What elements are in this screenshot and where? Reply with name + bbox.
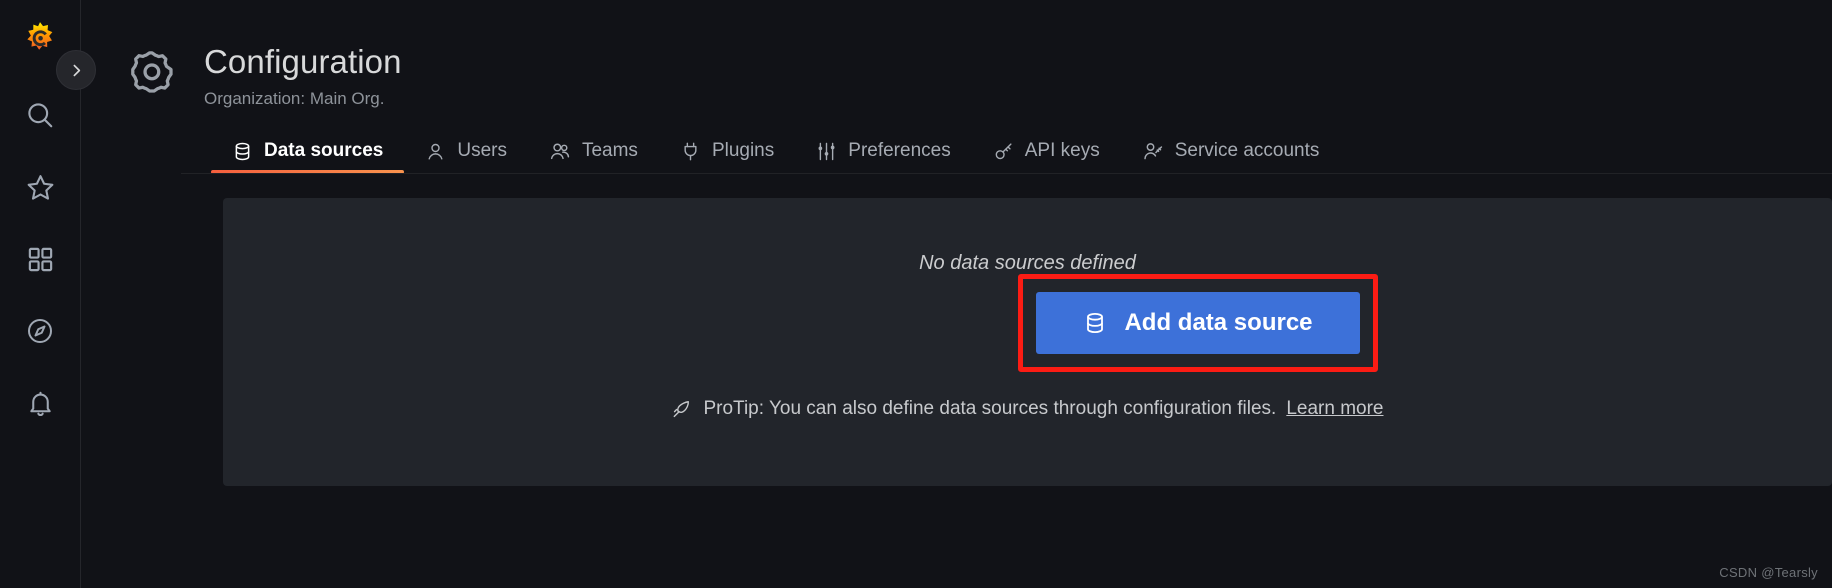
- tab-label: Preferences: [848, 140, 951, 161]
- tab-label: Data sources: [264, 140, 384, 161]
- protip-row: ProTip: You can also define data sources…: [223, 398, 1832, 420]
- tab-service-accounts[interactable]: Service accounts: [1121, 139, 1341, 174]
- watermark: CSDN @Tearsly: [1719, 565, 1818, 580]
- tab-label: Teams: [581, 140, 638, 161]
- configuration-tabbar: Data sources Users Teams Plugins Prefere…: [81, 122, 1832, 174]
- tab-label: Service accounts: [1174, 140, 1320, 161]
- main-content: Configuration Organization: Main Org. Da…: [81, 0, 1832, 588]
- sidebar-item-search[interactable]: [17, 92, 63, 138]
- user-key-icon: [1142, 140, 1164, 162]
- apps-grid-icon: [28, 247, 52, 271]
- grafana-logo-icon[interactable]: [19, 18, 61, 60]
- user-icon: [425, 141, 446, 162]
- sidebar-item-starred[interactable]: [17, 164, 63, 210]
- tab-label: API keys: [1024, 140, 1100, 161]
- database-icon: [232, 141, 253, 162]
- users-group-icon: [549, 140, 571, 162]
- tab-data-sources[interactable]: Data sources: [211, 139, 405, 174]
- grafana-configuration-page: Configuration Organization: Main Org. Da…: [0, 0, 1832, 588]
- compass-icon: [27, 318, 53, 344]
- tab-teams[interactable]: Teams: [528, 139, 659, 174]
- sidebar-expand-button[interactable]: [56, 50, 96, 90]
- tab-users[interactable]: Users: [404, 139, 528, 174]
- sidebar-item-alerting[interactable]: [17, 380, 63, 426]
- empty-state-title: No data sources defined: [919, 252, 1136, 274]
- tab-label: Plugins: [711, 140, 775, 161]
- page-subtitle: Organization: Main Org.: [204, 89, 385, 108]
- page-title-block: Configuration Organization: Main Org.: [204, 42, 402, 110]
- page-title: Configuration: [204, 43, 402, 80]
- plug-icon: [680, 141, 701, 162]
- add-data-source-button[interactable]: Add data source: [1036, 292, 1360, 354]
- content-area: No data sources defined Add data source: [81, 174, 1832, 588]
- tab-api-keys[interactable]: API keys: [972, 139, 1121, 174]
- database-icon: [1083, 311, 1107, 335]
- sidebar-item-dashboards[interactable]: [17, 236, 63, 282]
- learn-more-link[interactable]: Learn more: [1286, 398, 1383, 420]
- key-icon: [993, 141, 1014, 162]
- sidebar-item-explore[interactable]: [17, 308, 63, 354]
- sliders-icon: [816, 141, 837, 162]
- protip-text: ProTip: You can also define data sources…: [703, 398, 1277, 419]
- rocket-icon: [671, 398, 693, 420]
- tab-plugins[interactable]: Plugins: [659, 139, 795, 174]
- search-icon: [28, 103, 53, 128]
- page-header: Configuration Organization: Main Org.: [81, 0, 1832, 122]
- bell-icon: [29, 391, 51, 416]
- tab-preferences[interactable]: Preferences: [795, 139, 971, 174]
- add-data-source-label: Add data source: [1124, 309, 1313, 336]
- gear-icon: [124, 46, 180, 102]
- data-sources-empty-panel: No data sources defined Add data source: [223, 198, 1832, 486]
- tab-label: Users: [457, 140, 507, 161]
- star-icon: [27, 174, 53, 200]
- main-sidebar: [0, 0, 96, 588]
